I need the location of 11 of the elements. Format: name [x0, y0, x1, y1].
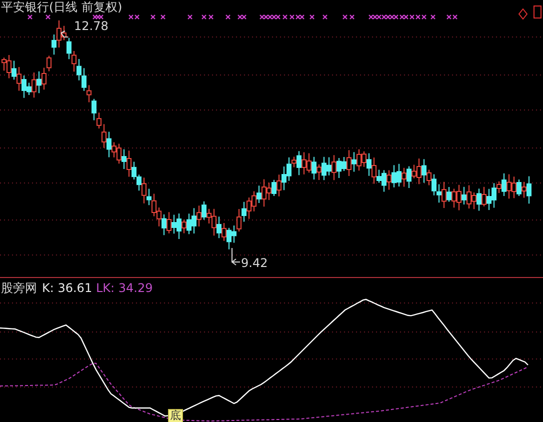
leader-line [60, 30, 68, 38]
high-price-label: 12.78 [74, 19, 108, 33]
lk-reading: LK: 34.29 [96, 281, 153, 295]
chart-title: 平安银行(日线 前复权) [1, 0, 122, 14]
k-reading: K: 36.61 [42, 281, 92, 295]
diamond-icon [518, 8, 528, 20]
leader-line [232, 248, 240, 266]
bottom-signal-tag: 底 [168, 409, 183, 422]
indicator-name: 股旁网 [1, 281, 37, 295]
low-price-label: 9.42 [241, 256, 268, 270]
square-icon [534, 6, 542, 18]
